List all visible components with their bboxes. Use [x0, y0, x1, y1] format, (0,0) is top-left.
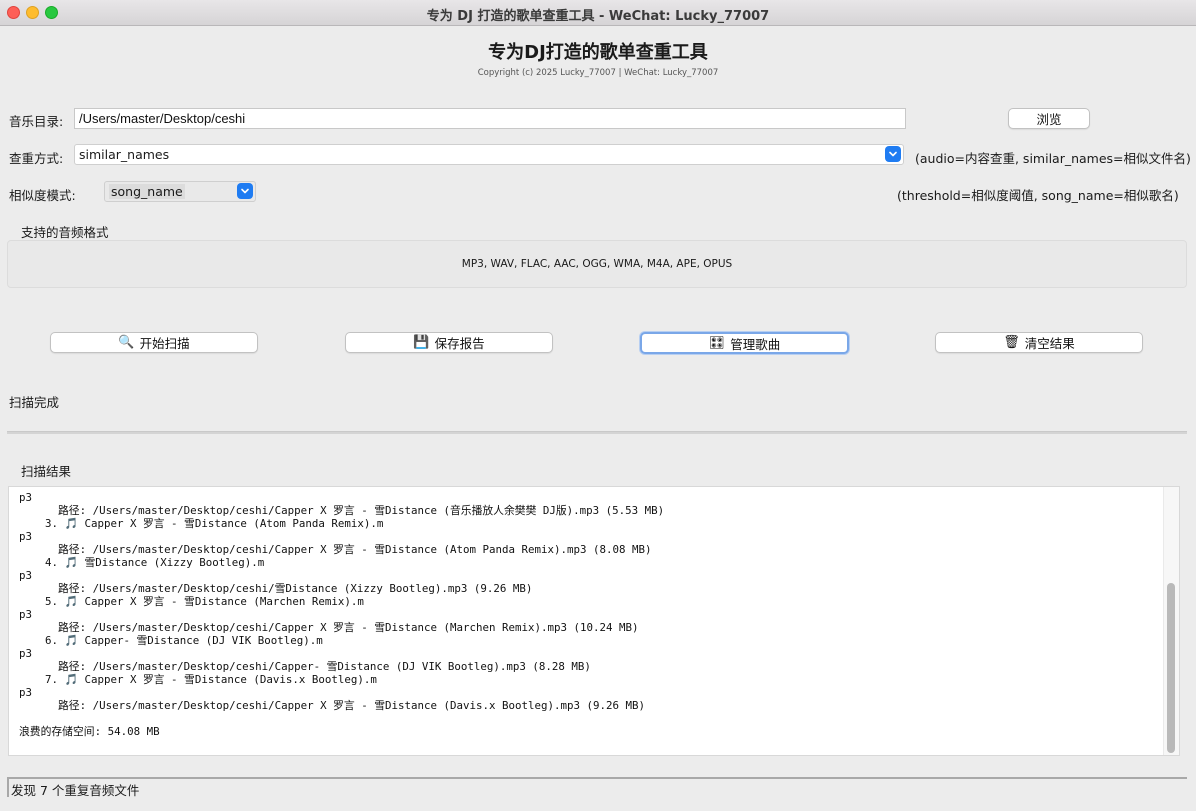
browse-button[interactable]: 浏览 [1008, 108, 1090, 129]
app-title: 专为DJ打造的歌单查重工具 [488, 42, 708, 63]
results-text: p3 路径: /Users/master/Desktop/ceshi/Cappe… [19, 491, 665, 738]
results-scrollbar[interactable] [1167, 583, 1175, 753]
similarity-select-value: song_name [109, 184, 185, 199]
window-title: 专为 DJ 打造的歌单查重工具 - WeChat: Lucky_77007 [426, 9, 770, 24]
floppy-disk-icon: 💾 [413, 335, 430, 350]
save-report-label: 保存报告 [434, 336, 485, 351]
start-scan-label: 开始扫描 [139, 336, 190, 351]
browse-button-label: 浏览 [1036, 112, 1062, 127]
formats-heading: 支持的音频格式 [21, 225, 109, 240]
similarity-hint: (threshold=相似度阈值, song_name=相似歌名) [897, 188, 1179, 203]
status-bar: 发现 7 个重复音频文件 [7, 777, 1187, 798]
copyright-text: Copyright (c) 2025 Lucky_77007 | WeChat:… [477, 68, 719, 78]
results-heading: 扫描结果 [21, 464, 72, 479]
similarity-label: 相似度模式: [9, 188, 76, 203]
control-knobs-icon: 🎛 [708, 335, 726, 351]
start-scan-button[interactable]: 🔍 开始扫描 [50, 332, 258, 353]
method-select-value: similar_names [79, 147, 170, 162]
status-bar-text: 发现 7 个重复音频文件 [11, 783, 140, 798]
window-titlebar: 专为 DJ 打造的歌单查重工具 - WeChat: Lucky_77007 [0, 0, 1196, 26]
manage-songs-button[interactable]: 🎛 管理歌曲 [640, 332, 849, 354]
music-dir-label: 音乐目录: [9, 114, 64, 129]
scan-status-text: 扫描完成 [9, 395, 60, 410]
search-icon: 🔍 [118, 335, 135, 350]
clear-results-button[interactable]: 🗑 清空结果 [935, 332, 1143, 353]
similarity-select[interactable]: song_name [104, 181, 256, 202]
manage-songs-label: 管理歌曲 [730, 336, 781, 352]
save-report-button[interactable]: 💾 保存报告 [345, 332, 553, 353]
method-chevron-icon[interactable] [885, 146, 901, 162]
music-dir-input[interactable]: /Users/master/Desktop/ceshi [74, 108, 906, 129]
results-textarea[interactable]: p3 路径: /Users/master/Desktop/ceshi/Cappe… [8, 486, 1180, 756]
clear-results-label: 清空结果 [1024, 336, 1075, 351]
progress-bar [7, 431, 1187, 434]
method-label: 查重方式: [9, 151, 64, 166]
formats-list: MP3, WAV, FLAC, AAC, OGG, WMA, M4A, APE,… [461, 258, 733, 270]
trash-icon: 🗑 [1003, 335, 1020, 350]
method-select[interactable]: similar_names [74, 144, 904, 165]
similarity-chevron-icon[interactable] [237, 183, 253, 199]
method-hint: (audio=内容查重, similar_names=相似文件名) [915, 151, 1191, 166]
